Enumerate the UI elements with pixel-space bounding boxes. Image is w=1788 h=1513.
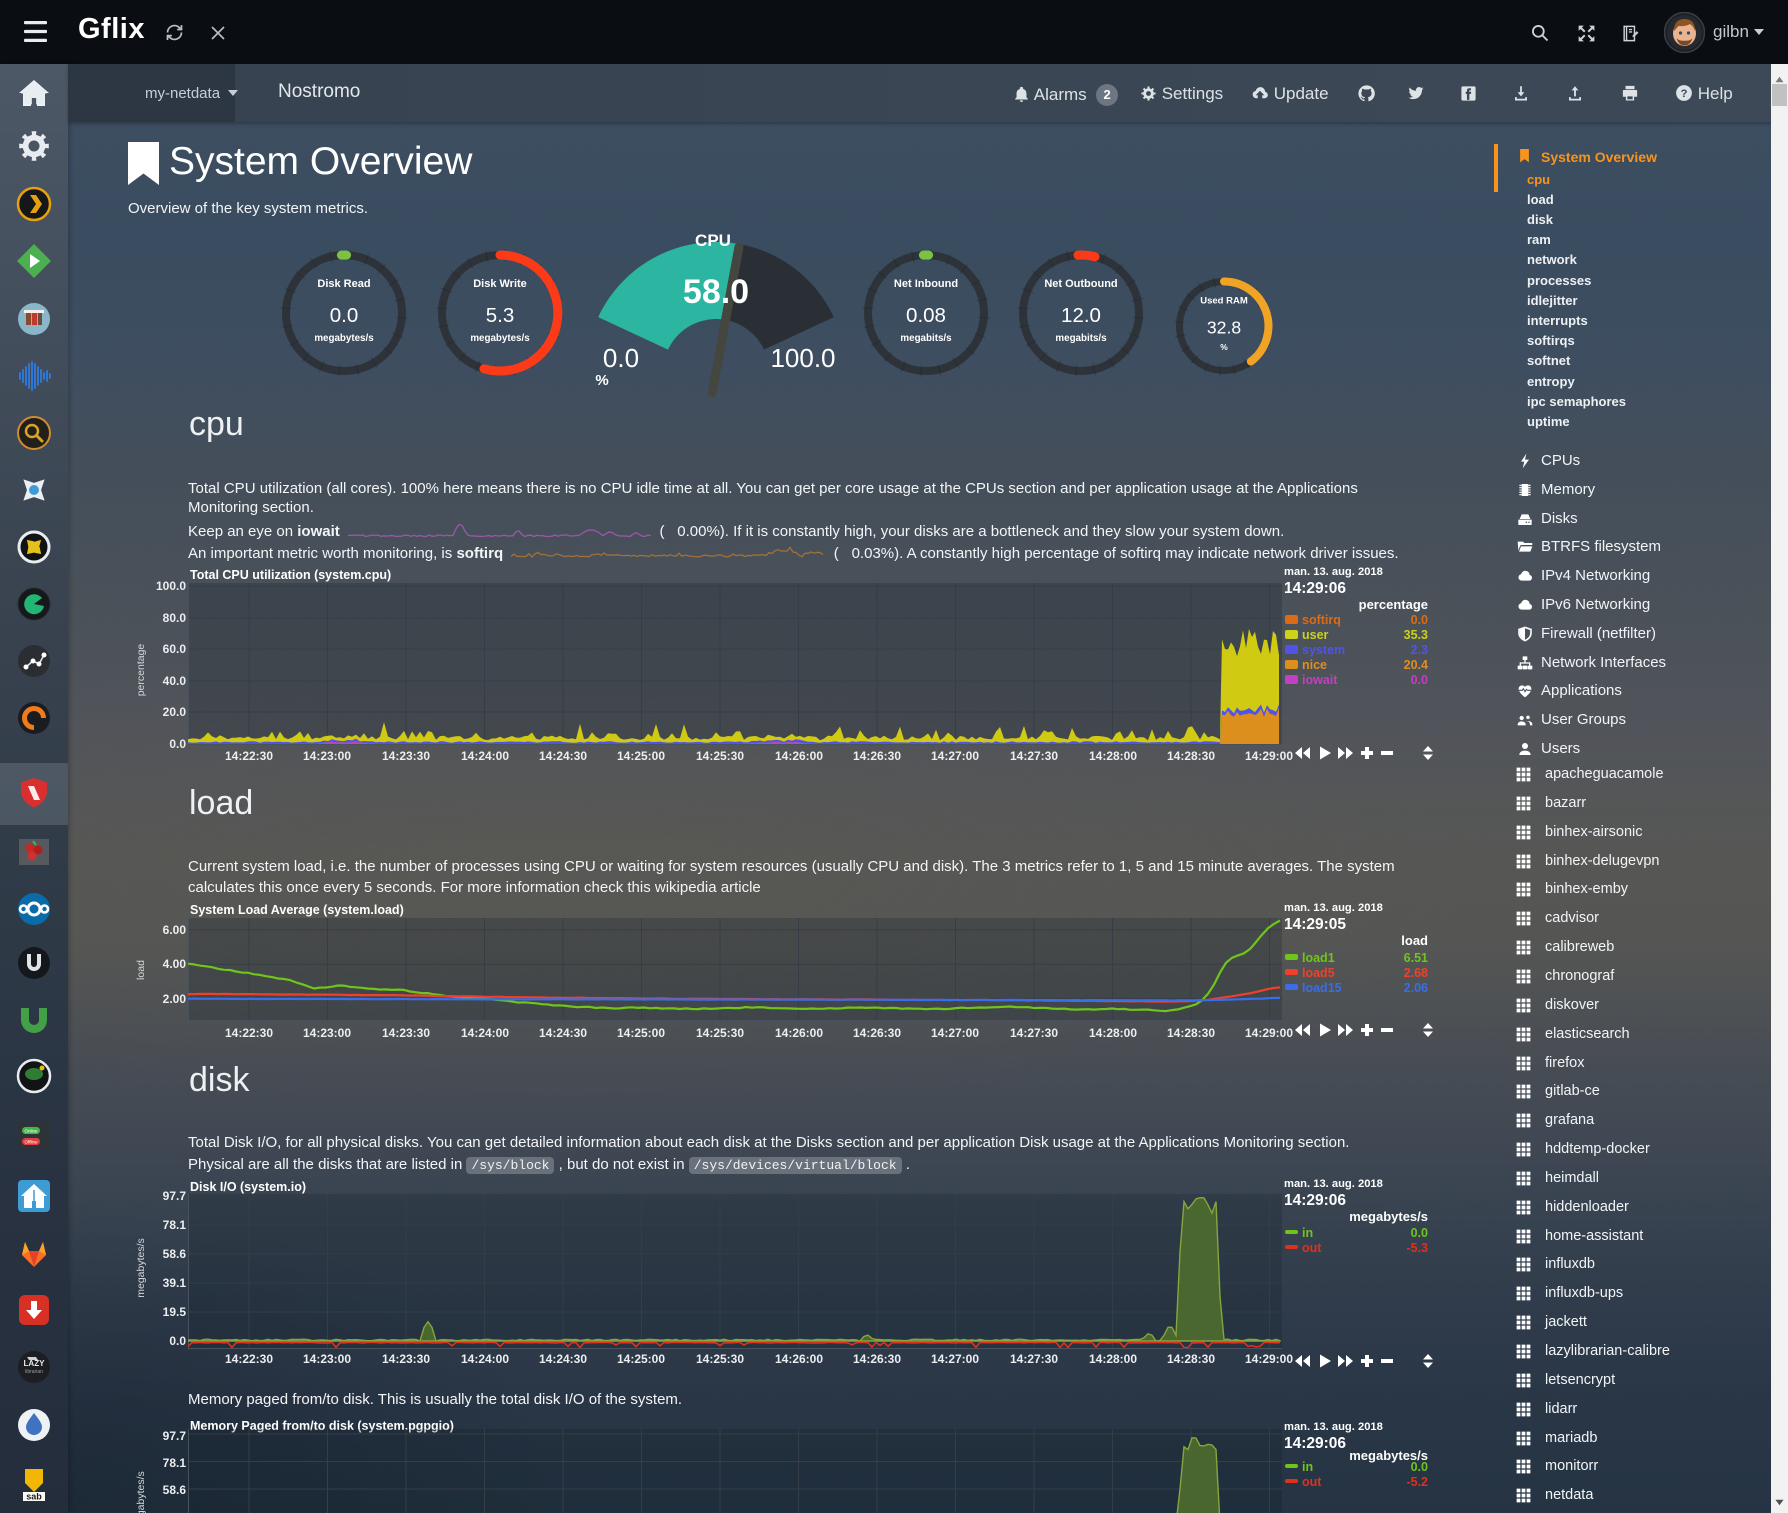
svg-text:megabytes/s: megabytes/s [470, 333, 530, 344]
svg-text:librarian: librarian [25, 1369, 43, 1375]
svg-text:?: ? [1681, 88, 1688, 100]
svg-text:sab: sab [26, 1492, 42, 1502]
svg-text:32.8: 32.8 [1207, 318, 1241, 338]
svg-text:megabits/s: megabits/s [900, 333, 952, 344]
svg-text:12.0: 12.0 [1061, 304, 1101, 327]
svg-text:megabits/s: megabits/s [1055, 333, 1107, 344]
svg-text:megabytes/s: megabytes/s [314, 333, 374, 344]
svg-text:Net Inbound: Net Inbound [894, 278, 958, 290]
svg-text:58.0: 58.0 [683, 273, 749, 311]
svg-text:%: % [1220, 342, 1228, 352]
svg-text:%: % [595, 372, 608, 389]
svg-text:Disk Write: Disk Write [473, 278, 527, 290]
svg-text:5.3: 5.3 [486, 304, 515, 327]
svg-text:0.08: 0.08 [906, 304, 946, 327]
svg-text:100.0: 100.0 [770, 343, 835, 373]
svg-text:Disk Read: Disk Read [317, 278, 370, 290]
svg-text:LAZY: LAZY [24, 1359, 46, 1368]
svg-text:Used RAM: Used RAM [1200, 296, 1248, 307]
svg-text:0.0: 0.0 [330, 304, 359, 327]
svg-text:CPU: CPU [695, 231, 731, 250]
svg-text:Online: Online [24, 1129, 38, 1134]
svg-text:0.0: 0.0 [603, 343, 639, 373]
svg-text:Offline: Offline [25, 1140, 38, 1145]
svg-text:Net Outbound: Net Outbound [1044, 278, 1117, 290]
